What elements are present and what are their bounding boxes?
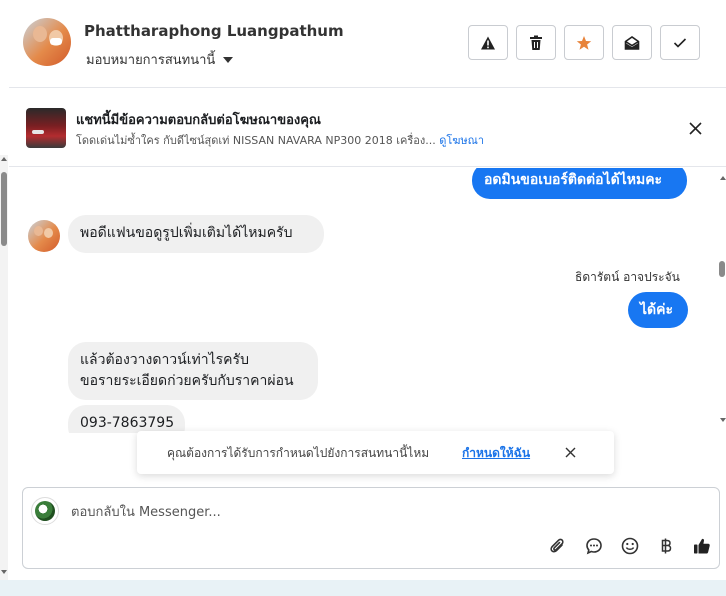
close-icon [565,447,575,457]
smiley-icon [621,537,639,555]
saved-replies-button[interactable] [576,534,612,558]
chevron-down-icon [223,56,234,63]
conversation-header: Phattharaphong Luangpathum มอบหมายการสนท… [9,0,726,88]
close-icon [688,121,702,135]
delete-button[interactable] [516,25,556,60]
close-toast-button[interactable] [562,444,578,460]
envelope-open-icon [624,35,640,50]
ad-reply-banner: แชทนี้มีข้อความตอบกลับต่อโฆษณาของคุณ โดด… [9,89,726,167]
incoming-message: พอดีแฟนขอดูรูปเพิ่มเติมได้ไหมครับ [68,215,324,253]
ad-thumbnail[interactable] [26,108,66,148]
thread-scrollbar[interactable] [715,168,726,430]
star-icon [576,35,592,50]
messenger-conversation-panel: Phattharaphong Luangpathum มอบหมายการสนท… [0,0,726,596]
left-scroll-up-arrow[interactable] [1,157,7,161]
scroll-up-arrow[interactable] [720,176,726,180]
window-bottom-edge [0,580,726,596]
payment-request-button[interactable] [648,534,684,558]
left-scroll-down-arrow[interactable] [1,570,7,574]
assign-conversation-dropdown[interactable]: มอบหมายการสนทนานี้ [86,49,234,70]
conversation-actions [468,25,700,60]
chat-bubble-icon [586,538,602,555]
scroll-down-arrow[interactable] [720,418,726,422]
like-button[interactable] [684,534,720,558]
warning-icon [481,36,495,49]
reply-composer [22,487,720,569]
mark-done-button[interactable] [660,25,700,60]
message-line: ขอรายระเอียดก่วยครับกับราคาผ่อน [80,373,294,389]
customer-avatar-small[interactable] [28,220,60,252]
mark-unread-button[interactable] [612,25,652,60]
ad-banner-subtitle: โดดเด่นไม่ซ้ำใคร กับดีไซน์สุดเท่ NISSAN … [76,131,484,149]
customer-avatar[interactable] [23,18,71,66]
paperclip-icon [550,538,564,553]
page-avatar [31,497,59,525]
trash-icon [530,35,542,50]
ad-banner-title: แชทนี้มีข้อความตอบกลับต่อโฆษณาของคุณ [76,113,321,128]
thread-scrollbar-thumb[interactable] [719,261,725,277]
star-button[interactable] [564,25,604,60]
message-line: แล้วต้องวางดาวน์เท่าไรครับ [80,352,249,368]
incoming-message: 093-7863795 [68,405,185,433]
outgoing-message: ได้ค่ะ [628,292,688,328]
mark-spam-button[interactable] [468,25,508,60]
baht-icon [661,538,672,554]
emoji-button[interactable] [612,534,648,558]
toast-message: คุณต้องการได้รับการกำหนดไปยังการสนทนานี้… [167,446,430,460]
sender-name: ธิดารัตน์ อาจประจัน [575,270,680,284]
message-thread[interactable]: อดมินขอเบอร์ติดต่อได้ไหมคะ พอดีแฟนขอดูรู… [9,168,715,433]
customer-name[interactable]: Phattharaphong Luangpathum [84,22,344,40]
composer-tools [540,534,720,558]
attach-button[interactable] [540,534,576,558]
left-scrollbar-thumb[interactable] [1,172,7,246]
view-ad-link[interactable]: ดูโฆษณา [439,134,484,147]
reply-input[interactable] [71,502,671,522]
assign-prompt-toast: คุณต้องการได้รับการกำหนดไปยังการสนทนานี้… [137,431,614,474]
outgoing-message: อดมินขอเบอร์ติดต่อได้ไหมคะ [472,168,687,199]
assign-to-me-link[interactable]: กำหนดให้ฉัน [462,444,530,463]
close-banner-button[interactable] [685,118,705,138]
check-icon [673,37,687,48]
ad-description: โดดเด่นไม่ซ้ำใคร กับดีไซน์สุดเท่ NISSAN … [76,134,436,147]
assign-label: มอบหมายการสนทนานี้ [86,53,216,68]
thumbs-up-icon [694,538,710,554]
incoming-message: แล้วต้องวางดาวน์เท่าไรครับ ขอรายระเอียดก… [68,342,318,400]
